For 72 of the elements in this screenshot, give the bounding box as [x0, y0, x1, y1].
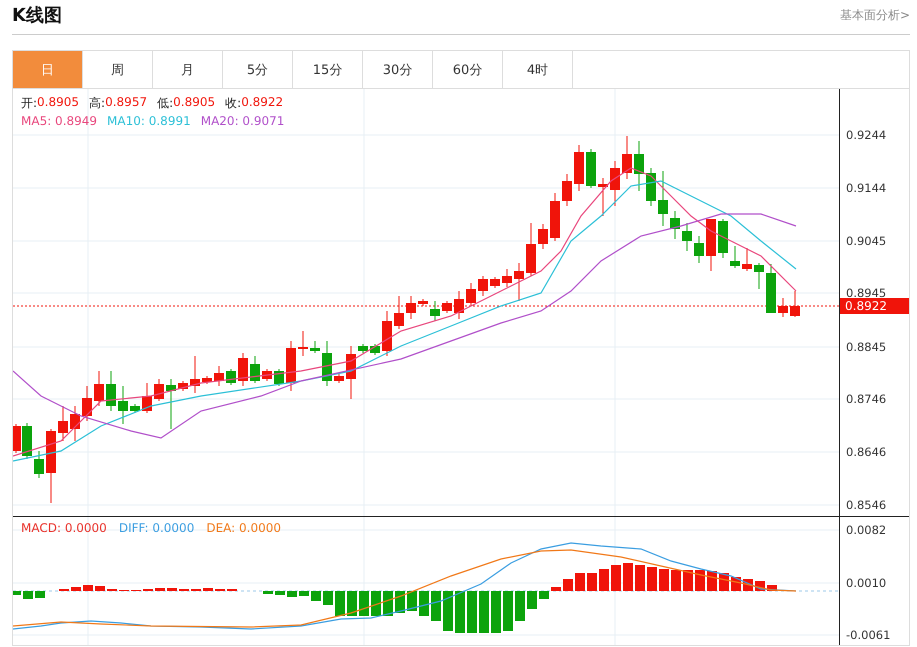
ohlc-value: 0.8957: [105, 95, 148, 111]
macd-bar: [371, 591, 381, 616]
macd-bar: [383, 591, 393, 616]
macd-bar: [155, 588, 165, 591]
macd-bar: [419, 591, 429, 616]
macd-bar: [71, 587, 81, 591]
macd-bar: [563, 579, 573, 591]
macd-axis-label: 0.0082: [846, 523, 886, 537]
macd-bar: [23, 591, 33, 599]
macd-bar: [671, 570, 681, 591]
macd-bar: [587, 573, 597, 591]
price-axis-label: 0.9244: [846, 128, 886, 142]
ohlc-value: 0.8922: [241, 95, 284, 111]
ohlc-value: 0.8905: [37, 95, 80, 111]
ohlc-label: 收:: [225, 95, 242, 112]
ohlc-label: 低:: [157, 95, 174, 112]
macd-bar: [623, 563, 633, 591]
macd-bar: [683, 570, 693, 591]
macd-bar: [503, 591, 513, 631]
macd-bar: [359, 591, 369, 616]
macd-bar: [287, 591, 297, 597]
macd-bar: [263, 591, 273, 594]
macd-bar: [575, 573, 585, 591]
moving-average-legend: MA20: 0.9071: [200, 114, 284, 128]
macd-bar: [455, 591, 465, 633]
ohlc-label: 高:: [89, 95, 106, 112]
macd-bar: [35, 591, 45, 598]
macd-bar: [311, 591, 321, 601]
macd-bar: [323, 591, 333, 605]
macd-bar: [299, 591, 309, 596]
macd-bar: [431, 591, 441, 621]
macd-legend: DIFF: 0.0000: [118, 521, 194, 535]
macd-bar: [635, 565, 645, 591]
current-price-tag: 0.8922: [840, 298, 909, 314]
moving-average-legend: MA10: 0.8991: [107, 114, 191, 128]
macd-bar: [443, 591, 453, 631]
macd-bar: [659, 569, 669, 591]
macd-bar: [13, 591, 21, 595]
macd-bar: [491, 591, 501, 633]
macd-bar: [515, 591, 525, 621]
macd-bar: [551, 587, 561, 591]
price-axis-label: 0.8845: [846, 340, 886, 354]
fundamental-analysis-link[interactable]: 基本面分析>: [840, 6, 910, 24]
price-axis-label: 0.9045: [846, 234, 886, 248]
macd-bar: [599, 569, 609, 591]
macd-axis-label: 0.0010: [846, 576, 886, 590]
macd-bar: [479, 591, 489, 633]
price-axis-label: 0.8646: [846, 445, 886, 459]
macd-bar: [167, 588, 177, 591]
macd-legend: DEA: 0.0000: [206, 521, 281, 535]
macd-legend: MACD: 0.0000: [21, 521, 107, 535]
moving-average-legend: MA5: 0.8949: [21, 114, 98, 128]
macd-bar: [611, 565, 621, 591]
macd-bar: [275, 591, 285, 595]
price-axis-label: 0.8746: [846, 392, 886, 406]
macd-bar: [647, 567, 657, 591]
macd-bar: [347, 591, 357, 616]
price-axis-label: 0.8945: [846, 286, 886, 300]
page-title: K线图: [12, 4, 62, 27]
macd-bar: [467, 591, 477, 633]
macd-bar: [95, 586, 105, 591]
price-axis-label: 0.8546: [846, 498, 886, 512]
ohlc-value: 0.8905: [173, 95, 216, 111]
macd-bar: [527, 591, 537, 609]
macd-bar: [203, 588, 213, 591]
macd-bar: [335, 591, 345, 616]
macd-bar: [83, 585, 93, 591]
macd-axis-label: -0.0061: [846, 628, 890, 642]
macd-bar: [695, 570, 705, 591]
price-axis-label: 0.9144: [846, 181, 886, 195]
macd-bar: [539, 591, 549, 599]
ohlc-label: 开:: [21, 95, 38, 112]
